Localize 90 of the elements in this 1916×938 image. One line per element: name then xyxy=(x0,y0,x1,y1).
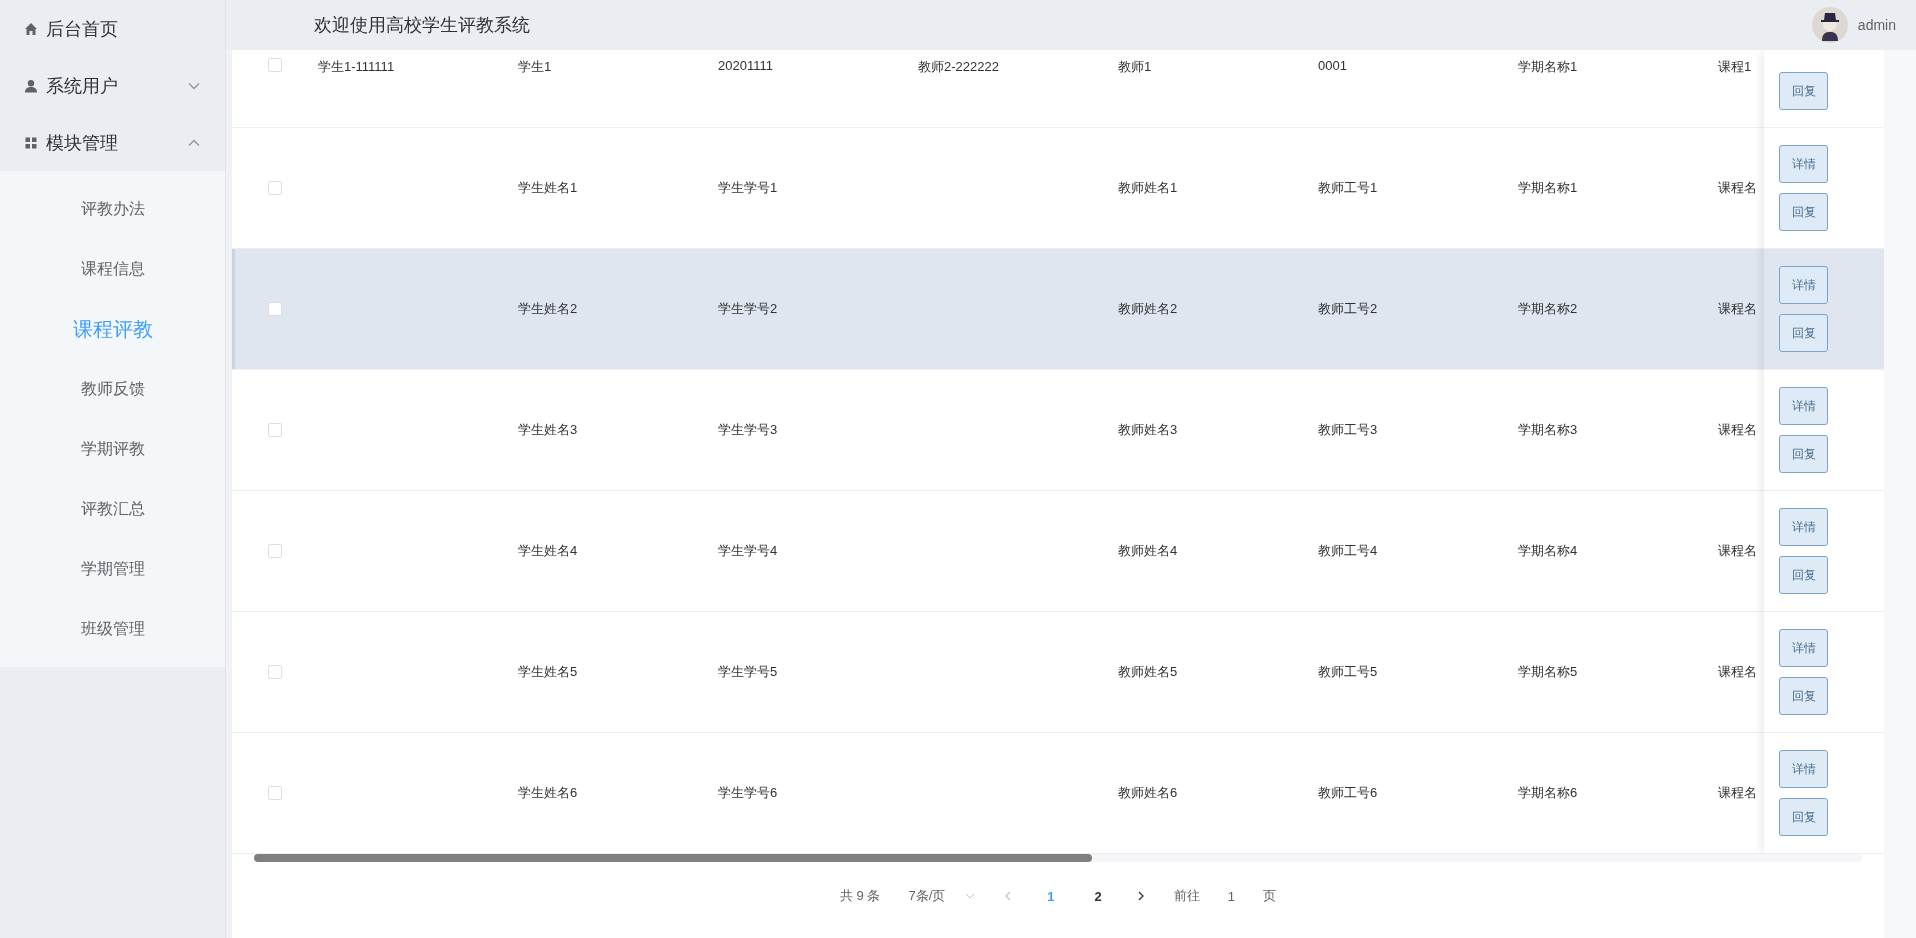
table-cell-text: 学期名称1 xyxy=(1517,58,1579,76)
table-cell-text: 学生1-111111 xyxy=(317,58,396,76)
submenu-item[interactable]: 学期管理 xyxy=(0,539,225,599)
submenu-item[interactable]: 评教汇总 xyxy=(0,479,225,539)
table-cell-text: 学生1 xyxy=(517,58,553,76)
page-number[interactable]: 1 xyxy=(1041,888,1061,904)
menu-item[interactable]: 后台首页 xyxy=(0,0,225,57)
page-size-select[interactable]: 7条/页 xyxy=(908,887,976,905)
action-button[interactable]: 详情 xyxy=(1779,750,1828,788)
table-cell-text: 学期名称3 xyxy=(1517,421,1579,439)
table-cell-text: 教师工号3 xyxy=(1317,421,1379,439)
table-cell-text: 教师姓名6 xyxy=(1117,784,1179,802)
table-cell-text: 学期名称5 xyxy=(1517,663,1579,681)
table-cell-text: 课程1 xyxy=(1717,58,1753,76)
table-cell-text: 学生学号5 xyxy=(717,663,779,681)
action-button[interactable]: 详情 xyxy=(1779,266,1828,304)
table-cell-text: 学生学号2 xyxy=(717,300,779,318)
total-count: 共 9 条 xyxy=(840,887,881,905)
action-button[interactable]: 回复 xyxy=(1779,556,1828,594)
grid-icon xyxy=(24,135,38,150)
page-title: 欢迎使用高校学生评教系统 xyxy=(314,14,531,37)
table-cell-text: 教师姓名1 xyxy=(1117,179,1179,197)
action-button[interactable]: 回复 xyxy=(1779,193,1828,231)
table-cell-text: 课程名 xyxy=(1717,784,1758,802)
goto-page-field[interactable]: 1 xyxy=(1227,888,1235,904)
menu-item[interactable]: 模块管理 xyxy=(0,114,225,171)
table-cell-text: 0001 xyxy=(1317,58,1348,73)
table-cell-text: 学生姓名1 xyxy=(517,179,579,197)
submenu-item[interactable]: 班级管理 xyxy=(0,599,225,659)
table-cell-text: 学期名称6 xyxy=(1517,784,1579,802)
table-cell-text: 20201111 xyxy=(717,58,774,73)
row-checkbox[interactable] xyxy=(268,544,282,558)
action-button[interactable]: 回复 xyxy=(1779,798,1828,836)
row-checkbox[interactable] xyxy=(268,58,282,72)
row-checkbox[interactable] xyxy=(268,423,282,437)
action-button[interactable]: 详情 xyxy=(1779,387,1828,425)
table-cell-text: 学生姓名6 xyxy=(517,784,579,802)
user-icon xyxy=(24,78,38,93)
table-cell-text: 课程名 xyxy=(1717,663,1758,681)
table-cell-text: 教师姓名4 xyxy=(1117,542,1179,560)
action-button[interactable]: 回复 xyxy=(1779,677,1828,715)
submenu-item[interactable]: 课程信息 xyxy=(0,239,225,299)
caret-icon xyxy=(965,891,976,901)
row-checkbox[interactable] xyxy=(268,786,282,800)
action-button[interactable]: 回复 xyxy=(1779,72,1828,110)
action-button[interactable]: 详情 xyxy=(1779,508,1828,546)
action-button[interactable]: 详情 xyxy=(1779,629,1828,667)
table-cell-text: 课程名 xyxy=(1717,179,1758,197)
horizontal-scrollbar[interactable] xyxy=(254,854,1862,862)
table-cell-text: 教师工号5 xyxy=(1317,663,1379,681)
table-cell-text: 教师姓名3 xyxy=(1117,421,1179,439)
avatar-icon xyxy=(1811,7,1848,43)
table-cell-text: 学生姓名2 xyxy=(517,300,579,318)
table-cell-text: 学生学号6 xyxy=(717,784,779,802)
table-cell-text: 学生学号1 xyxy=(717,179,779,197)
home-icon xyxy=(24,21,38,36)
action-button[interactable]: 回复 xyxy=(1779,435,1828,473)
submenu-item[interactable]: 课程评教 xyxy=(0,299,225,359)
table-cell-text: 教师姓名2 xyxy=(1117,300,1179,318)
table-cell-text: 学期名称2 xyxy=(1517,300,1579,318)
table-cell-text: 教师工号2 xyxy=(1317,300,1379,318)
table-cell-text: 学生学号3 xyxy=(717,421,779,439)
table-cell-text: 教师工号6 xyxy=(1317,784,1379,802)
table-cell-text: 教师2-222222 xyxy=(917,58,1000,76)
table-cell-text: 学期名称4 xyxy=(1517,542,1579,560)
row-checkbox[interactable] xyxy=(268,302,282,316)
goto-label: 前往 xyxy=(1173,887,1200,905)
submenu-item[interactable]: 教师反馈 xyxy=(0,359,225,419)
row-checkbox[interactable] xyxy=(268,665,282,679)
table-cell-text: 课程名 xyxy=(1717,542,1758,560)
table-cell-text: 教师工号4 xyxy=(1317,542,1379,560)
goto-suffix: 页 xyxy=(1263,887,1276,905)
table-cell-text: 教师1 xyxy=(1117,58,1153,76)
table-cell-text: 课程名 xyxy=(1717,421,1758,439)
menu-item[interactable]: 系统用户 xyxy=(0,57,225,114)
table-cell-text: 学生学号4 xyxy=(717,542,779,560)
row-checkbox[interactable] xyxy=(268,181,282,195)
submenu-item[interactable]: 学期评教 xyxy=(0,419,225,479)
action-button[interactable]: 回复 xyxy=(1779,314,1828,352)
page-number[interactable]: 2 xyxy=(1088,888,1108,904)
table-cell-text: 教师工号1 xyxy=(1317,179,1379,197)
submenu-item[interactable]: 评教办法 xyxy=(0,179,225,239)
table-cell-text: 学生姓名5 xyxy=(517,663,579,681)
action-button[interactable]: 详情 xyxy=(1779,145,1828,183)
table-cell-text: 教师姓名5 xyxy=(1117,663,1179,681)
user-name[interactable]: admin xyxy=(1857,17,1896,33)
table-cell-text: 学生姓名3 xyxy=(517,421,579,439)
table-cell-text: 学期名称1 xyxy=(1517,179,1579,197)
table-cell-text: 学生姓名4 xyxy=(517,542,579,560)
table-cell-text: 课程名 xyxy=(1717,300,1758,318)
